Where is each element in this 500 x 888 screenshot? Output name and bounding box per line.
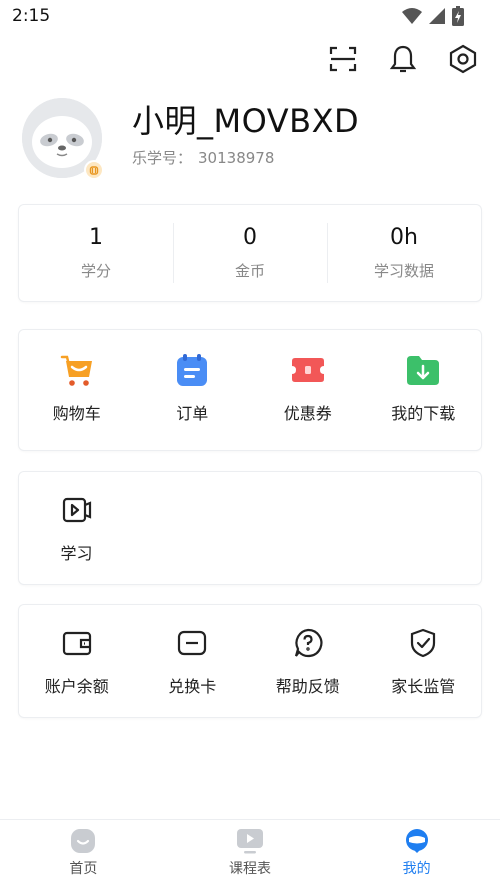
parental-control-label: 家长监管: [391, 677, 456, 696]
user-id-value: 30138978: [198, 149, 275, 167]
bell-icon: [389, 45, 417, 73]
nav-home[interactable]: 首页: [0, 820, 167, 888]
schedule-icon: [237, 829, 263, 854]
order-label: 订单: [176, 404, 209, 423]
stat-value: 1: [89, 225, 103, 250]
status-time: 2:15: [12, 6, 51, 26]
coupon-button[interactable]: 优惠券: [250, 330, 366, 450]
help-feedback-button[interactable]: 帮助反馈: [250, 605, 366, 717]
study-button[interactable]: 学习: [19, 472, 134, 584]
battery-icon: [452, 6, 464, 26]
download-button[interactable]: 我的下载: [366, 330, 482, 450]
nav-profile[interactable]: 我的: [333, 820, 500, 888]
user-id-label: 乐学号：: [132, 149, 193, 167]
help-feedback-label: 帮助反馈: [275, 677, 340, 696]
nav-schedule-label: 课程表: [229, 861, 271, 877]
scan-button[interactable]: [328, 42, 358, 76]
stats-card: 1 学分 0 金币 0h 学习数据: [18, 204, 482, 302]
coupon-icon: [291, 358, 324, 382]
bottom-nav: 首页 课程表 我的: [0, 819, 500, 888]
status-bar: 2:15: [0, 0, 500, 34]
settings-hexagon-icon: [449, 44, 477, 74]
profile-icon: [405, 829, 428, 853]
stat-study-data[interactable]: 0h 学习数据: [327, 205, 481, 301]
stat-coins[interactable]: 0 金币: [173, 205, 327, 301]
top-action-bar: [328, 42, 478, 76]
coupon-label: 优惠券: [283, 404, 332, 423]
status-icons: [402, 6, 464, 26]
my-profile-screen: 2:15 小明_MOVBXD 乐学号： 30138978 1 学分 0 金币 0…: [0, 0, 500, 888]
stat-credits[interactable]: 1 学分: [19, 205, 173, 301]
redeem-card-button[interactable]: 兑换卡: [135, 605, 251, 717]
nav-home-label: 首页: [69, 861, 98, 877]
stat-label: 学分: [80, 262, 111, 280]
settings-button[interactable]: [448, 42, 478, 76]
stat-value: 0: [243, 225, 257, 250]
cart-button[interactable]: 购物车: [19, 330, 135, 450]
wallet-icon: [62, 631, 91, 656]
study-card: 学习: [18, 471, 482, 585]
stat-label: 学习数据: [373, 262, 434, 280]
download-folder-icon: [407, 356, 440, 385]
home-icon: [71, 829, 96, 853]
cart-label: 购物车: [52, 404, 101, 423]
wifi-icon: [402, 8, 422, 24]
user-id: 乐学号： 30138978: [132, 147, 280, 168]
order-button[interactable]: 订单: [135, 330, 251, 450]
parental-control-button[interactable]: 家长监管: [366, 605, 482, 717]
stat-label: 金币: [234, 262, 265, 280]
redeem-card-label: 兑换卡: [168, 677, 217, 696]
badge-icon: [86, 162, 102, 178]
help-icon: [294, 628, 323, 658]
balance-button[interactable]: 账户余额: [19, 605, 135, 717]
stat-value: 0h: [390, 225, 418, 250]
card-icon: [178, 630, 207, 656]
scan-icon: [329, 46, 357, 72]
shopping-cart-icon: [60, 355, 92, 386]
notification-button[interactable]: [388, 42, 418, 76]
order-icon: [177, 354, 208, 386]
username: 小明_MOVBXD: [132, 102, 360, 140]
video-play-icon: [62, 497, 91, 523]
balance-label: 账户余额: [44, 677, 109, 696]
tools-card: 账户余额 兑换卡 帮助反馈 家长监管: [18, 604, 482, 718]
nav-profile-label: 我的: [402, 861, 431, 877]
shield-icon: [411, 628, 436, 658]
signal-icon: [429, 8, 445, 24]
nav-schedule[interactable]: 课程表: [167, 820, 334, 888]
level-badge: [84, 160, 104, 180]
study-label: 学习: [60, 544, 93, 563]
download-label: 我的下载: [391, 404, 456, 423]
shop-card: 购物车 订单 优惠券 我的下载: [18, 329, 482, 451]
